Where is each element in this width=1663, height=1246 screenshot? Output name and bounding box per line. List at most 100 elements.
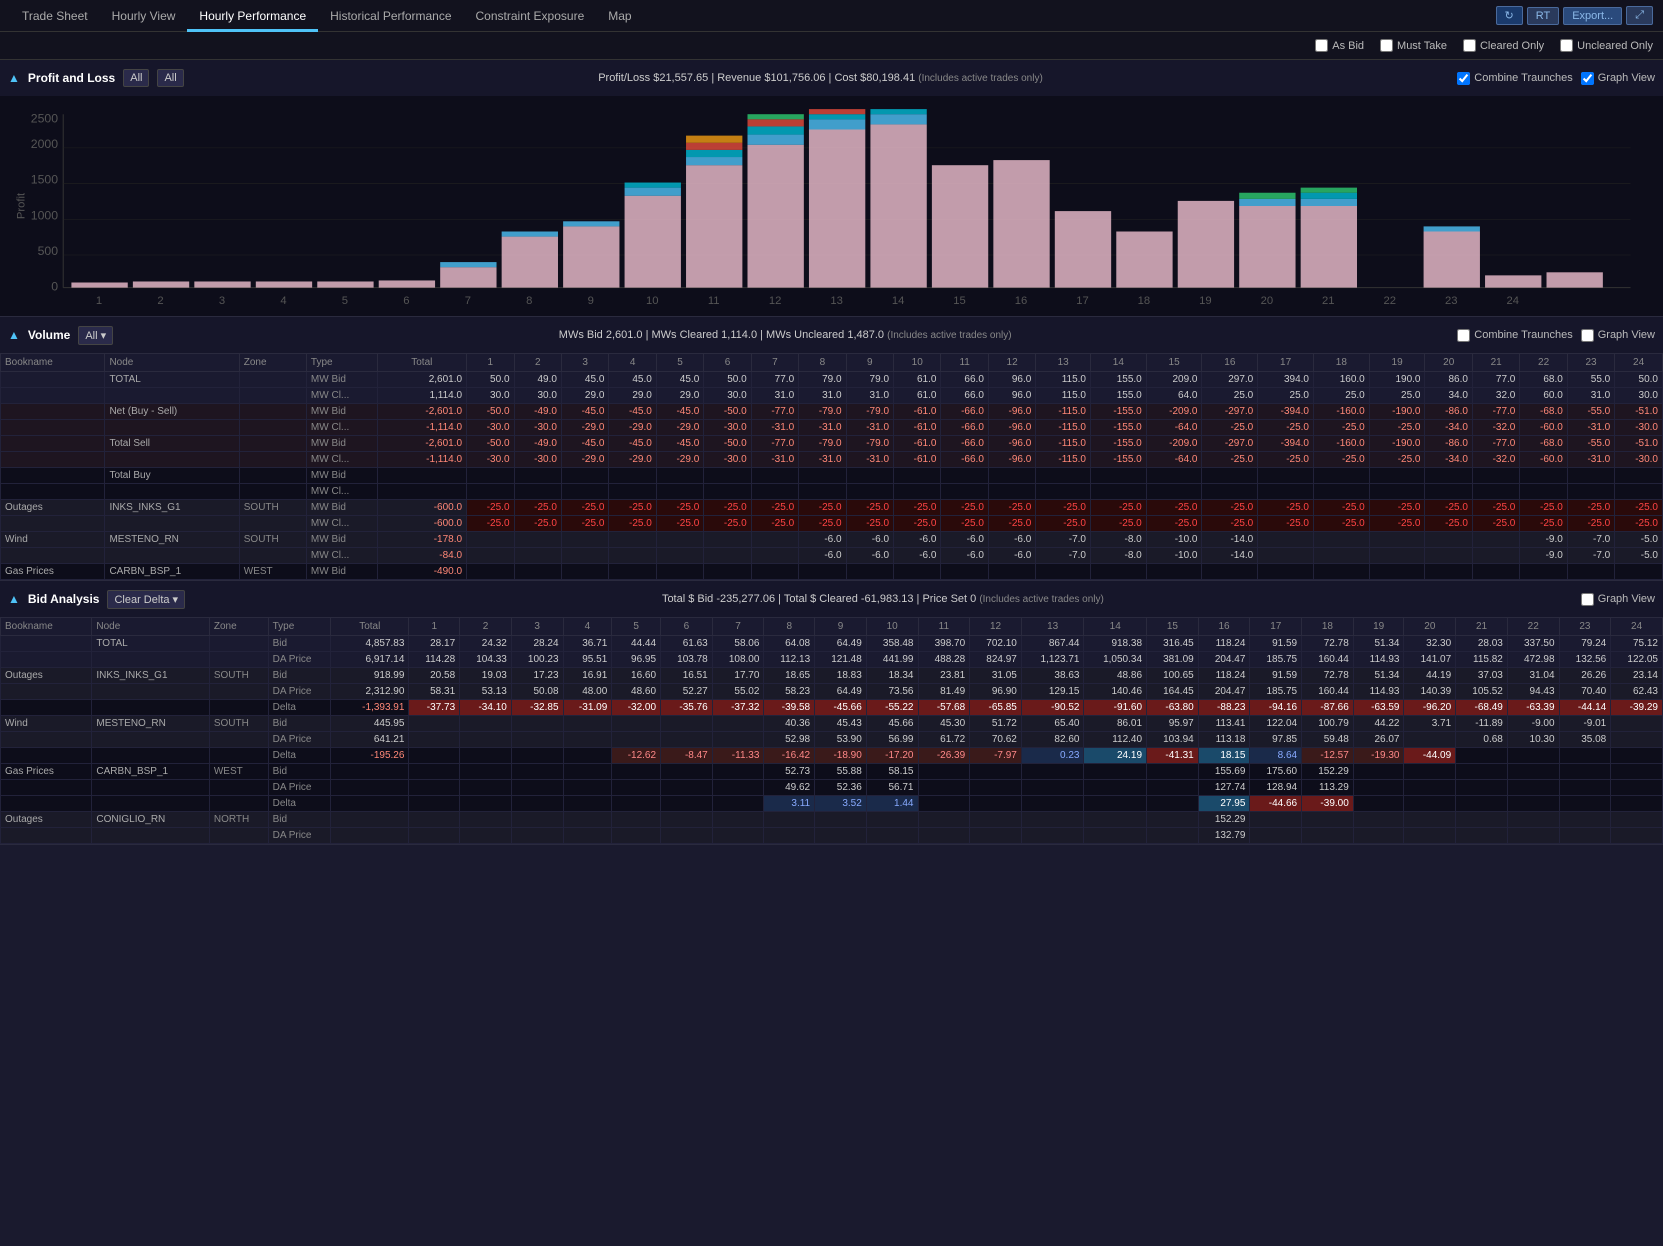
ba-cell-h21 [1456,748,1508,764]
ba-cell-h15: 164.45 [1147,684,1199,700]
ba-cell-h22 [1507,780,1559,796]
ba-cell-h18: 152.29 [1302,764,1354,780]
rt-button[interactable]: RT [1527,7,1559,25]
cell-h12 [988,564,1035,580]
cell-h12: 96.0 [988,388,1035,404]
nav-hourly-performance[interactable]: Hourly Performance [187,0,318,32]
ba-cell-h3 [511,828,563,844]
cell-h5 [656,484,703,500]
nav-historical-performance[interactable]: Historical Performance [318,0,463,32]
cell-h23: -55.0 [1567,404,1614,420]
cell-h20: -34.0 [1425,420,1472,436]
cell-h23: -25.0 [1567,500,1614,516]
ba-cell-bookname: Outages [1,812,92,828]
ba-cell-h14: 24.19 [1084,748,1147,764]
ba-cell-zone [209,748,268,764]
ba-col-h2: 2 [460,618,512,636]
bid-analysis-dropdown[interactable]: Clear Delta ▾ [107,590,185,609]
cell-h13: -7.0 [1036,532,1091,548]
filter-must-take[interactable]: Must Take [1380,39,1447,52]
ba-col-h23: 23 [1559,618,1611,636]
cell-total: 1,114.0 [377,388,467,404]
profit-loss-dropdown1[interactable]: All [123,69,149,87]
cell-h21 [1472,564,1519,580]
cell-h9: -6.0 [846,532,893,548]
ba-cell-h8: 40.36 [764,716,815,732]
profit-loss-dropdown2[interactable]: All [157,69,183,87]
ba-cell-type: Bid [268,716,331,732]
cell-h16: 25.0 [1202,388,1258,404]
expand-button[interactable]: ⤢ [1626,6,1653,25]
filter-cleared-only[interactable]: Cleared Only [1463,39,1544,52]
ba-cell-h20 [1404,796,1456,812]
bid-analysis-graph-toggle[interactable]: Graph View [1581,593,1655,606]
ba-cell-h17: 175.60 [1250,764,1302,780]
bid-analysis-table: Bookname Node Zone Type Total 12 34 56 7… [0,617,1663,844]
cell-h2: -49.0 [514,404,561,420]
cell-h14: -25.0 [1090,516,1146,532]
cell-h5 [656,468,703,484]
nav-constraint-exposure[interactable]: Constraint Exposure [464,0,597,32]
export-button[interactable]: Export... [1563,7,1622,25]
col-h3: 3 [561,354,608,372]
cell-h19 [1369,484,1425,500]
ba-cell-h5 [612,780,661,796]
filter-as-bid[interactable]: As Bid [1315,39,1364,52]
volume-dropdown[interactable]: All ▾ [78,326,113,345]
profit-loss-title: Profit and Loss [28,71,115,85]
nav-hourly-view[interactable]: Hourly View [100,0,188,32]
volume-row: MW Cl... 1,114.0 30.030.029.029.029.030.… [1,388,1663,404]
refresh-button[interactable]: ↻ [1496,6,1523,25]
ba-cell-h3 [511,716,563,732]
ba-cell-h5: -32.00 [612,700,661,716]
svg-text:Profit: Profit [15,192,27,219]
svg-text:2000: 2000 [31,137,58,151]
cell-h13: -115.0 [1036,452,1091,468]
ba-cell-node [92,828,209,844]
ba-cell-h2 [460,732,512,748]
volume-combine-toggle[interactable]: Combine Traunches [1457,329,1572,342]
cell-h4: -25.0 [609,500,656,516]
ba-cell-h15: -63.80 [1147,700,1199,716]
ba-cell-h21 [1456,812,1508,828]
ba-cell-h24 [1611,732,1663,748]
ba-cell-h9: 3.52 [815,796,867,812]
ba-cell-h24 [1611,780,1663,796]
cell-total: -1,114.0 [377,420,467,436]
profit-loss-collapse[interactable]: ▲ [8,71,20,85]
ba-cell-h7: 17.70 [712,668,764,684]
cell-h5: 29.0 [656,388,703,404]
ba-cell-node [92,732,209,748]
svg-text:6: 6 [403,295,409,307]
combine-traunches-toggle[interactable]: Combine Traunches [1457,72,1572,85]
top-nav-right: ↻ RT Export... ⤢ [1496,6,1653,25]
filter-uncleared-only[interactable]: Uncleared Only [1560,39,1653,52]
ba-cell-h13 [1021,828,1084,844]
cell-h18: -25.0 [1313,516,1369,532]
cell-h16: -25.0 [1202,420,1258,436]
cell-node [105,420,239,436]
cell-h10: -25.0 [894,516,941,532]
graph-view-toggle[interactable]: Graph View [1581,72,1655,85]
ba-cell-node: TOTAL [92,636,209,652]
cell-h7 [751,548,798,564]
ba-cell-h14 [1084,828,1147,844]
ba-cell-h21 [1456,764,1508,780]
ba-cell-zone [209,828,268,844]
cell-node [105,516,239,532]
volume-row: Total Buy MW Bid [1,468,1663,484]
bid-analysis-collapse[interactable]: ▲ [8,592,20,606]
cell-type: MW Bid [306,532,377,548]
cell-h16: -25.0 [1202,500,1258,516]
volume-row: MW Cl... [1,484,1663,500]
ba-cell-h22 [1507,748,1559,764]
volume-collapse[interactable]: ▲ [8,328,20,342]
volume-graph-toggle[interactable]: Graph View [1581,329,1655,342]
cell-h23: -31.0 [1567,420,1614,436]
profit-loss-right: Combine Traunches Graph View [1457,72,1655,85]
nav-map[interactable]: Map [596,0,643,32]
ba-cell-h17: 122.04 [1250,716,1302,732]
nav-trade-sheet[interactable]: Trade Sheet [10,0,100,32]
ba-cell-h13: 1,123.71 [1021,652,1084,668]
cell-h2: -30.0 [514,420,561,436]
